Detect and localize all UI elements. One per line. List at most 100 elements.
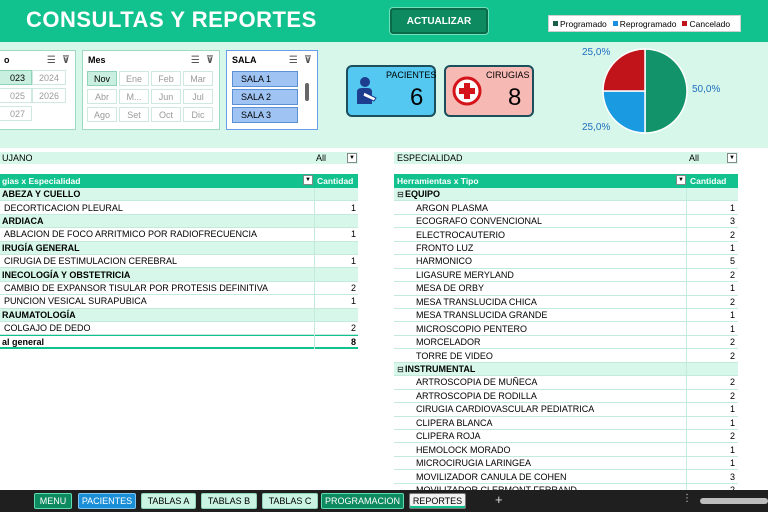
month-slicer-item[interactable]: Set: [119, 107, 149, 122]
left-table-header: gias x Especialidad ▼ Cantidad: [0, 174, 358, 188]
sheet-tab-menu[interactable]: MENU: [34, 493, 72, 509]
row-value: 2: [729, 390, 735, 401]
row-label: ARGON PLASMA: [416, 202, 489, 213]
medical-cross-icon: [452, 76, 482, 106]
multi-select-icon[interactable]: ☰: [289, 55, 298, 66]
row-label: ARTROSCOPIA DE RODILLA: [416, 390, 537, 401]
room-slicer-scrollbar[interactable]: [305, 83, 309, 101]
row-value: 8: [350, 336, 356, 347]
room-slicer-item[interactable]: SALA 3: [232, 107, 298, 123]
month-slicer-item[interactable]: Jul: [183, 89, 213, 104]
year-slicer-item[interactable]: 027: [0, 106, 32, 121]
collapse-icon[interactable]: ⊟: [397, 190, 404, 199]
left-table-filter-icon[interactable]: ▼: [303, 175, 313, 185]
patient-icon: [357, 77, 377, 104]
patients-label: PACIENTES: [386, 70, 437, 80]
row-label: CAMBIO DE EXPANSOR TISULAR POR PROTESIS …: [4, 282, 269, 293]
row-value: 2: [729, 377, 735, 388]
month-slicer-item[interactable]: Dic: [183, 107, 213, 122]
legend-swatch: [553, 21, 558, 26]
sheet-tab-tablas-b[interactable]: TABLAS B: [201, 493, 257, 509]
year-slicer-item[interactable]: 2026: [32, 88, 66, 103]
right-table-col-divider: [686, 188, 687, 490]
table-row: ABEZA Y CUELLO: [0, 188, 358, 202]
month-slicer-item[interactable]: M...: [119, 89, 149, 104]
table-row: INECOLOGÍA Y OBSTETRICIA: [0, 268, 358, 282]
legend-item: Programado: [553, 19, 607, 29]
month-slicer-item[interactable]: Jun: [151, 89, 181, 104]
row-label: CIRUGIA CARDIOVASCULAR PEDIATRICA: [416, 404, 595, 415]
row-value: 1: [350, 296, 356, 307]
left-filter-band: [0, 152, 358, 164]
row-value: 2: [350, 282, 356, 293]
room-slicer-item[interactable]: SALA 2: [232, 89, 298, 105]
page-title: CONSULTAS Y REPORTES: [26, 7, 317, 32]
row-label: CIRUGIA DE ESTIMULACION CEREBRAL: [4, 256, 178, 267]
sheet-tab-reportes[interactable]: REPORTES: [409, 493, 466, 509]
row-value: 1: [729, 283, 735, 294]
row-value: 1: [350, 256, 356, 267]
left-filter-dropdown-icon[interactable]: ▼: [347, 153, 357, 163]
row-value: 1: [729, 404, 735, 415]
month-slicer-item[interactable]: Nov: [87, 71, 117, 86]
add-sheet-button[interactable]: +: [495, 492, 503, 507]
more-options-icon[interactable]: ⋮: [682, 493, 692, 504]
horizontal-scrollbar[interactable]: [700, 498, 768, 504]
sheet-tab-tablas-a[interactable]: TABLAS A: [141, 493, 196, 509]
table-row: PUNCION VESICAL SURAPUBICA 1: [0, 295, 358, 309]
row-label: MICROCIRUGIA LARINGEA: [416, 458, 532, 469]
left-table-col-divider: [314, 188, 315, 349]
row-label: COLGAJO DE DEDO: [4, 323, 91, 334]
group-label: ABEZA Y CUELLO: [2, 189, 81, 200]
row-value: 2: [729, 337, 735, 348]
left-filter-label: UJANO: [2, 153, 33, 163]
collapse-icon[interactable]: ⊟: [397, 365, 404, 374]
row-label: MESA TRANSLUCIDA CHICA: [416, 296, 537, 307]
sheet-tab-pacientes[interactable]: PACIENTES: [78, 493, 136, 509]
legend-item: Reprogramado: [612, 19, 676, 29]
update-button[interactable]: ACTUALIZAR: [390, 8, 488, 34]
patients-card: PACIENTES 6: [346, 65, 436, 117]
status-pie-chart: [602, 48, 688, 134]
row-label: ELECTROCAUTERIO: [416, 229, 506, 240]
table-row: CAMBIO DE EXPANSOR TISULAR POR PROTESIS …: [0, 282, 358, 296]
year-slicer-item[interactable]: 025: [0, 88, 32, 103]
row-value: 5: [729, 256, 735, 267]
legend-label: Cancelado: [689, 18, 731, 29]
clear-filter-icon[interactable]: ⊽: [304, 55, 312, 66]
row-value: 1: [729, 202, 735, 213]
row-value: 1: [729, 417, 735, 428]
legend-item: Cancelado: [682, 19, 730, 29]
row-value: 2: [729, 350, 735, 361]
row-value: 1: [729, 458, 735, 469]
month-slicer-title: Mes: [88, 55, 106, 65]
clear-filter-icon[interactable]: ⊽: [62, 55, 70, 66]
row-label: HEMOLOCK MORADO: [416, 444, 511, 455]
month-slicer-item[interactable]: Feb: [151, 71, 181, 86]
multi-select-icon[interactable]: ☰: [191, 55, 200, 66]
right-table-filter-icon[interactable]: ▼: [676, 175, 686, 185]
month-slicer-item[interactable]: Abr: [87, 89, 117, 104]
row-label: MESA DE ORBY: [416, 283, 485, 294]
clear-filter-icon[interactable]: ⊽: [206, 55, 214, 66]
month-slicer-item[interactable]: Mar: [183, 71, 213, 86]
sheet-tab-tablas-c[interactable]: TABLAS C: [262, 493, 318, 509]
year-slicer-item[interactable]: 2024: [32, 70, 66, 85]
month-slicer-item[interactable]: Oct: [151, 107, 181, 122]
row-label: PUNCION VESICAL SURAPUBICA: [4, 296, 147, 307]
sheet-tab-programacion[interactable]: PROGRAMACION: [321, 493, 404, 509]
row-value: 2: [729, 229, 735, 240]
table-row: al general 8: [0, 335, 358, 349]
multi-select-icon[interactable]: ☰: [47, 55, 56, 66]
table-row: CIRUGIA DE ESTIMULACION CEREBRAL 1: [0, 255, 358, 269]
row-label: MESA TRANSLUCIDA GRANDE: [416, 310, 548, 321]
month-slicer-item[interactable]: Ene: [119, 71, 149, 86]
right-filter-dropdown-icon[interactable]: ▼: [727, 153, 737, 163]
right-table-col1: Herramientas x Tipo: [397, 176, 479, 186]
row-value: 1: [350, 202, 356, 213]
month-slicer-item[interactable]: Ago: [87, 107, 117, 122]
room-slicer-title: SALA: [232, 55, 257, 65]
pie-label-reprogramado-top: 25,0%: [582, 47, 611, 58]
year-slicer-item[interactable]: 023: [0, 70, 32, 85]
room-slicer-item[interactable]: SALA 1: [232, 71, 298, 87]
